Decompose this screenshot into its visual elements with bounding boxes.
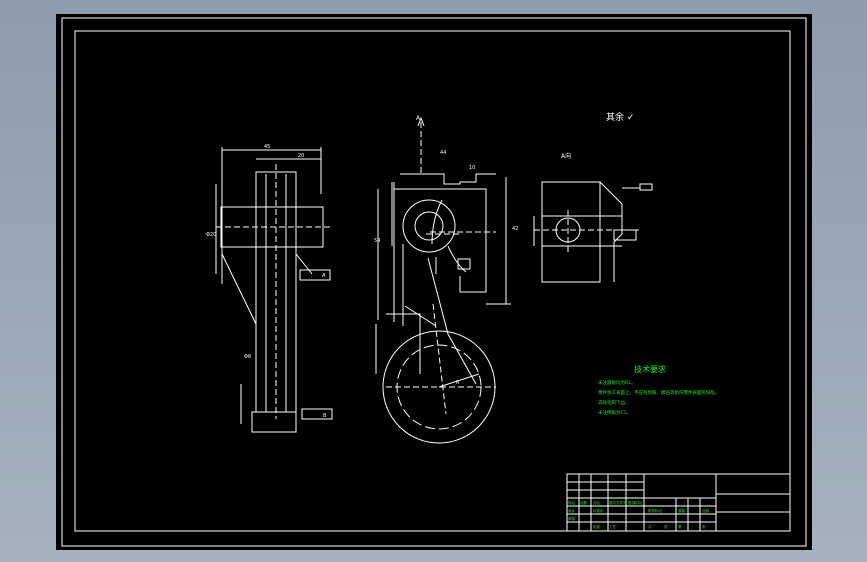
tb-cell-3: 更改文件号 bbox=[609, 500, 627, 505]
tb-cell-13: 批准 bbox=[593, 524, 601, 529]
right-view-a bbox=[533, 181, 653, 283]
tb-cell-11: 审核 bbox=[568, 516, 576, 521]
tech-line-3: 去除毛刺飞边。 bbox=[598, 399, 630, 406]
title-block bbox=[566, 473, 791, 532]
tb-cell-15: 张 bbox=[664, 524, 668, 529]
dim-center-2: 10 bbox=[469, 165, 475, 171]
dim-left-3: Φ20 bbox=[206, 232, 216, 238]
datum-label-a: A bbox=[322, 273, 326, 279]
tb-cell-6: 设计 bbox=[568, 508, 576, 513]
view-a-label: A向 bbox=[561, 152, 571, 160]
tb-cell-5: 年月日 bbox=[634, 500, 645, 505]
tech-line-2: 零件加工表面上，不应有划痕、擦伤等损伤零件表面的缺陷。 bbox=[598, 389, 720, 396]
datum-label-b: B bbox=[323, 413, 327, 419]
dim-center-4: 42 bbox=[512, 226, 518, 232]
tb-cell-14: 共 bbox=[648, 524, 652, 529]
tb-cell-12: 工艺 bbox=[609, 524, 617, 529]
left-side-view bbox=[215, 147, 333, 433]
inner-frame bbox=[74, 30, 791, 532]
dim-center-5: R bbox=[456, 380, 460, 386]
tb-cell-8: 阶段标记 bbox=[648, 508, 662, 513]
center-front-view bbox=[375, 116, 511, 444]
tech-line-4: 未注倒角为C1。 bbox=[598, 409, 631, 416]
dim-left-4: Φ8 bbox=[244, 354, 251, 360]
tb-cell-9: 重量 bbox=[678, 508, 686, 513]
tb-cell-1: 处数 bbox=[580, 500, 588, 505]
cad-viewport[interactable]: 45 20 Φ20 Φ8 A B A 44 10 54 42 R A向 其余 ✓… bbox=[56, 14, 812, 550]
cad-drawing: 45 20 Φ20 Φ8 A B A 44 10 54 42 R A向 其余 ✓… bbox=[61, 17, 807, 547]
roughness-note: 其余 ✓ bbox=[606, 111, 634, 123]
tech-line-1: 未注圆角均为R2。 bbox=[598, 379, 636, 386]
tb-cell-10: 比例 bbox=[702, 508, 710, 513]
dim-center-1: 44 bbox=[440, 150, 446, 156]
tb-cell-7: 标准化 bbox=[593, 508, 604, 513]
tb-cell-16: 第 bbox=[678, 524, 682, 529]
dim-left-1: 45 bbox=[264, 144, 270, 150]
tb-cell-17: 张 bbox=[702, 524, 706, 529]
tb-cell-0: 标记 bbox=[568, 500, 576, 505]
dim-center-3: 54 bbox=[374, 238, 380, 244]
dim-left-2: 20 bbox=[298, 153, 304, 159]
tech-requirements-title: 技术要求 bbox=[634, 364, 666, 374]
tb-cell-2: 分区 bbox=[593, 500, 601, 505]
